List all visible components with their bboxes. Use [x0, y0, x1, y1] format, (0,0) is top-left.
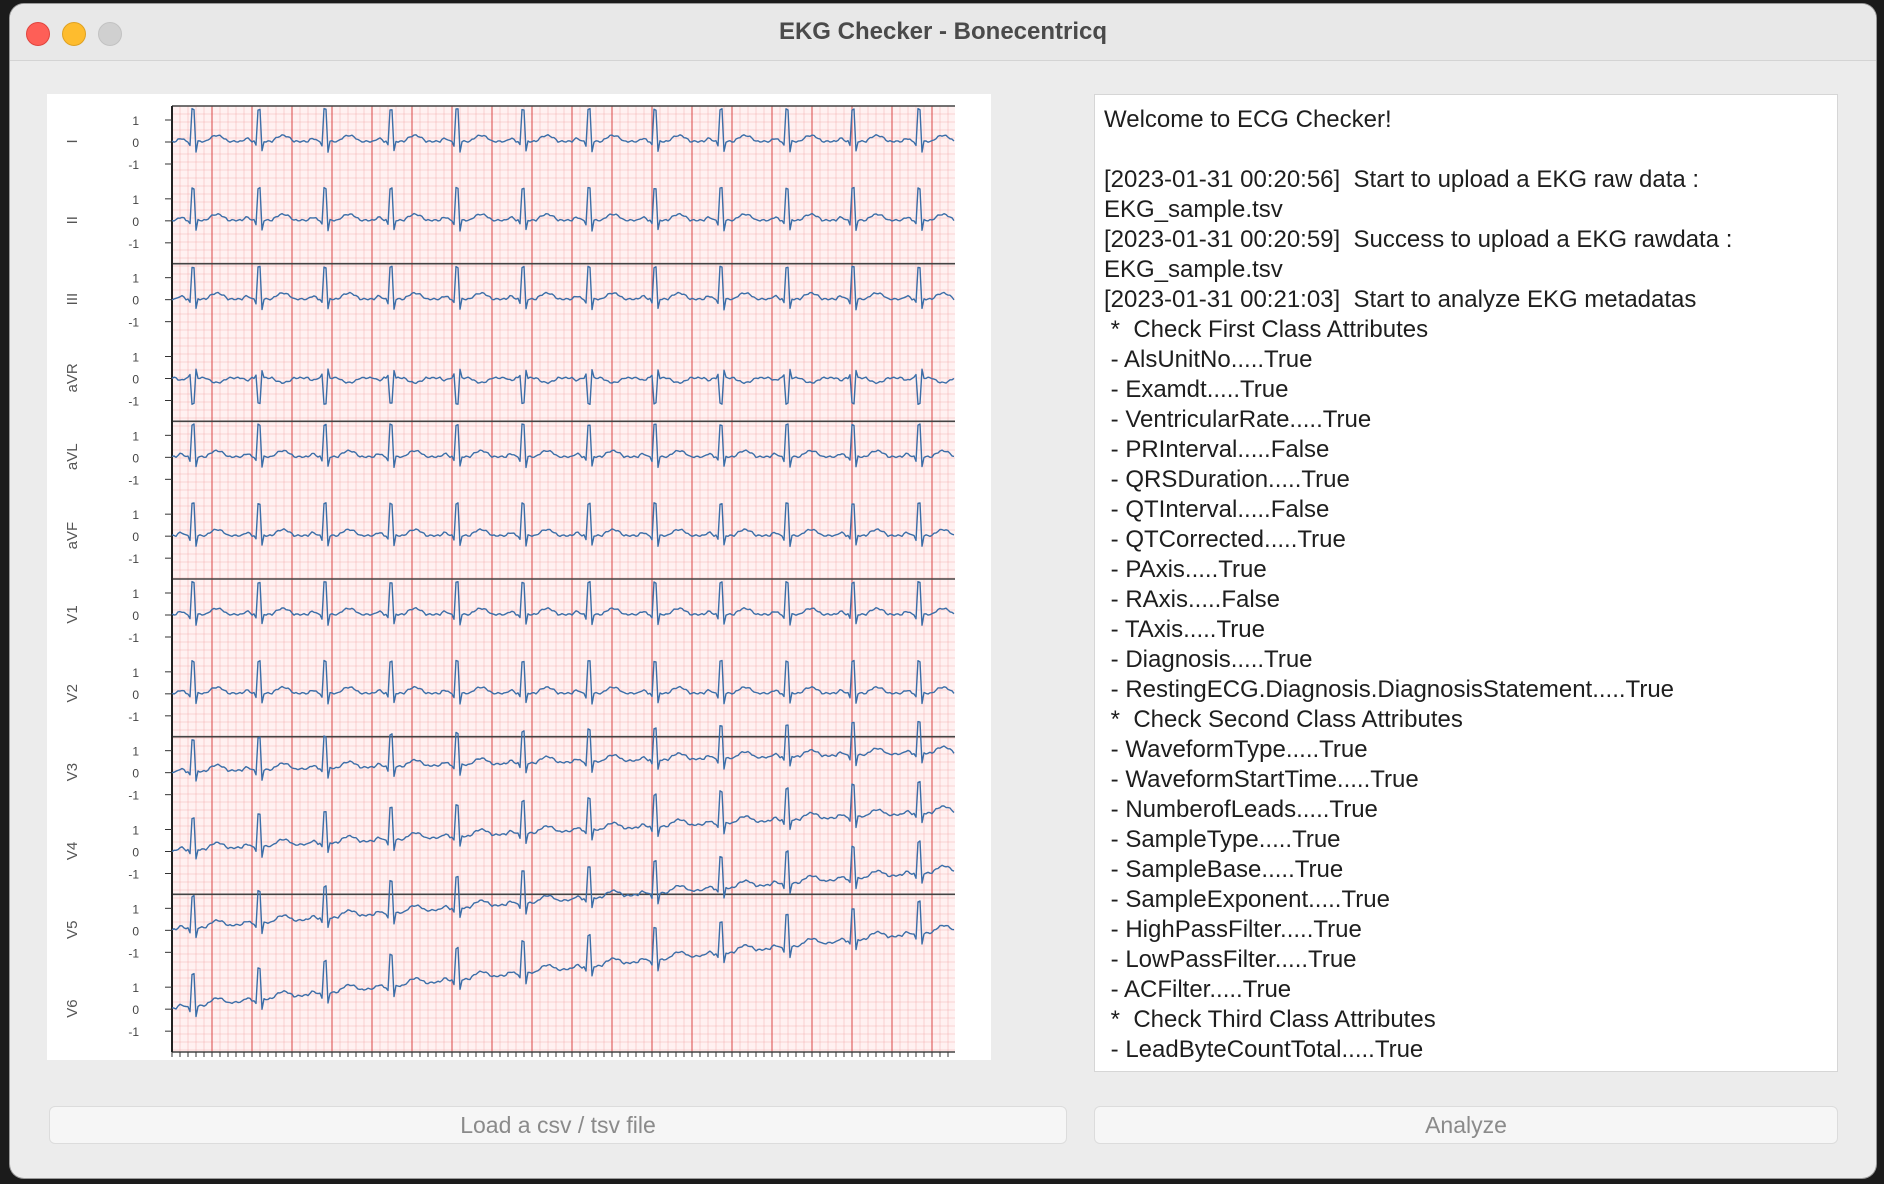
- ekg-chart: I 1 0 -1 II 1 0 -1 III 1 0 -1 aVR 1 0 -1 aVL 1 0 -1 aVF 1 0 -1 V…: [64, 105, 955, 1057]
- scale-tick-label: 1: [132, 272, 139, 286]
- scale-tick-label: 1: [132, 745, 139, 759]
- log-line: - PRInterval.....False: [1104, 436, 1330, 463]
- log-line: [2023-01-31 00:21:03] Start to analyze E…: [1104, 286, 1697, 313]
- scale-tick-label: -1: [128, 789, 139, 803]
- scale-tick-label: 0: [132, 609, 139, 623]
- scale-tick-label: 0: [132, 688, 139, 702]
- log-line: * Check Second Class Attributes: [1104, 706, 1463, 733]
- log-line: - WaveformType.....True: [1104, 736, 1368, 763]
- scale-tick-label: -1: [128, 158, 139, 172]
- lead-label: V3: [64, 763, 81, 781]
- lead-label: aVL: [64, 443, 81, 470]
- log-line: - VentricularRate.....True: [1104, 406, 1372, 433]
- log-line: - SampleExponent.....True: [1104, 886, 1390, 913]
- scale-tick-label: -1: [128, 395, 139, 409]
- scale-tick-label: 1: [132, 981, 139, 995]
- log-line: - WaveformStartTime.....True: [1104, 766, 1419, 793]
- log-line: - Diagnosis.....True: [1104, 646, 1313, 673]
- lead-label: aVF: [64, 522, 81, 550]
- log-line: - LeadByteCountTotal.....True: [1104, 1036, 1424, 1063]
- scale-tick-label: 0: [132, 530, 139, 544]
- log-line: - NumberofLeads.....True: [1104, 796, 1378, 823]
- scale-tick-label: -1: [128, 631, 139, 645]
- scale-tick-label: 0: [132, 767, 139, 781]
- log-line: - AlsUnitNo.....True: [1104, 346, 1313, 373]
- scale-tick-label: -1: [128, 552, 139, 566]
- log-output[interactable]: Welcome to ECG Checker! [2023-01-31 00:20…: [1094, 94, 1838, 1072]
- lead-label: V1: [64, 605, 81, 623]
- load-file-button[interactable]: Load a csv / tsv file: [49, 1106, 1067, 1144]
- scale-tick-label: 1: [132, 902, 139, 916]
- scale-tick-label: 0: [132, 294, 139, 308]
- scale-tick-label: -1: [128, 1025, 139, 1039]
- log-line: Welcome to ECG Checker!: [1104, 106, 1392, 133]
- log-line: - RAxis.....False: [1104, 586, 1281, 613]
- log-line: - ACFilter.....True: [1104, 976, 1292, 1003]
- scale-tick-label: -1: [128, 868, 139, 882]
- ekg-plot: I 1 0 -1 II 1 0 -1 III 1 0 -1 aVR 1 0 -1 aVL 1 0 -1 aVF 1 0 -1 V…: [47, 94, 991, 1060]
- scale-tick-label: -1: [128, 316, 139, 330]
- scale-tick-label: 0: [132, 924, 139, 938]
- scale-tick-label: 1: [132, 824, 139, 838]
- analyze-button[interactable]: Analyze: [1094, 1106, 1838, 1144]
- scale-tick-label: -1: [128, 473, 139, 487]
- log-line: EKG_sample.tsv: [1104, 256, 1283, 283]
- scale-tick-label: 0: [132, 373, 139, 387]
- scale-tick-label: 0: [132, 136, 139, 150]
- scale-tick-label: 0: [132, 451, 139, 465]
- log-line: - SampleType.....True: [1104, 826, 1341, 853]
- log-line: - RestingECG.Diagnosis.DiagnosisStatemen…: [1104, 676, 1675, 703]
- log-line: [2023-01-31 00:20:59] Success to upload …: [1104, 226, 1733, 253]
- log-line: - PAxis.....True: [1104, 556, 1267, 583]
- log-line: - HighPassFilter.....True: [1104, 916, 1362, 943]
- scale-tick-label: 1: [132, 429, 139, 443]
- log-line: EKG_sample.tsv: [1104, 196, 1283, 223]
- log-line: - LowPassFilter.....True: [1104, 946, 1357, 973]
- scale-tick-label: -1: [128, 946, 139, 960]
- log-line: - QTInterval.....False: [1104, 496, 1330, 523]
- lead-label: II: [64, 216, 81, 224]
- log-line: - Examdt.....True: [1104, 376, 1289, 403]
- window-title: EKG Checker - Bonecentricq: [778, 18, 1108, 45]
- scale-tick-label: 1: [132, 193, 139, 207]
- log-line: [2023-01-31 00:20:56] Start to upload a …: [1104, 166, 1700, 193]
- scale-tick-label: 0: [132, 215, 139, 229]
- lead-label: aVR: [64, 363, 81, 392]
- lead-label: V2: [64, 684, 81, 702]
- scale-tick-label: 1: [132, 508, 139, 522]
- lead-label: I: [64, 139, 81, 143]
- scale-tick-label: 0: [132, 1003, 139, 1017]
- log-line: * Check First Class Attributes: [1104, 316, 1429, 343]
- scale-tick-label: 1: [132, 666, 139, 680]
- scale-tick-label: 1: [132, 114, 139, 128]
- scale-tick-label: -1: [128, 710, 139, 724]
- lead-label: V5: [64, 921, 81, 939]
- lead-label: III: [64, 293, 81, 306]
- scale-tick-label: -1: [128, 237, 139, 251]
- title-bar: EKG Checker - Bonecentricq: [10, 4, 1876, 61]
- log-line: - TAxis.....True: [1104, 616, 1265, 643]
- log-line: - QRSDuration.....True: [1104, 466, 1350, 493]
- scale-tick-label: 1: [132, 351, 139, 365]
- log-line: - SampleBase.....True: [1104, 856, 1344, 883]
- scale-tick-label: 1: [132, 587, 139, 601]
- log-line: - QTCorrected.....True: [1104, 526, 1346, 553]
- app-window: EKG Checker - Bonecentricq I 1 0 -1 II 1 0 -1 II…: [10, 4, 1876, 1178]
- lead-label: V4: [64, 842, 81, 860]
- scale-tick-label: 0: [132, 846, 139, 860]
- log-line: * Check Third Class Attributes: [1104, 1006, 1436, 1033]
- lead-label: V6: [64, 999, 81, 1017]
